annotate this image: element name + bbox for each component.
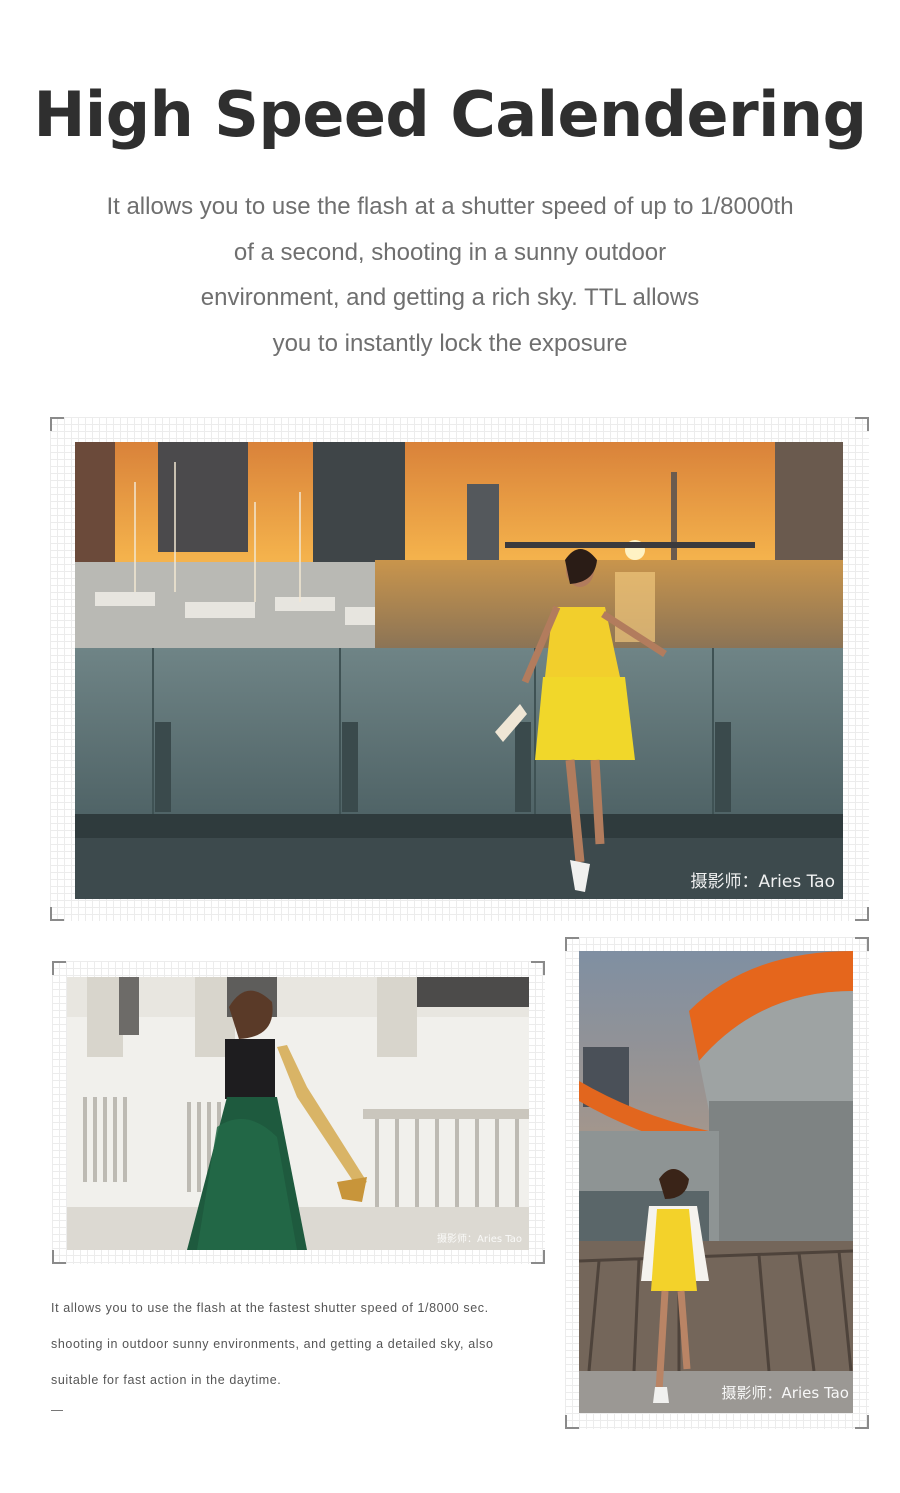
description-line: suitable for fast action in the daytime. — [51, 1373, 282, 1387]
frame-corner — [52, 1250, 66, 1264]
description-line: It allows you to use the flash at the fa… — [51, 1301, 489, 1315]
subtitle-line: environment, and getting a rich sky. TTL… — [200, 284, 700, 311]
page-subtitle: It allows you to use the flash at a shut… — [50, 184, 850, 366]
description-line: shooting in outdoor sunny environments, … — [51, 1337, 494, 1351]
photo-credit: 摄影师：Aries Tao — [690, 872, 835, 892]
frame-corner — [531, 961, 545, 975]
photo-description: It allows you to use the flash at the fa… — [51, 1290, 551, 1398]
subtitle-line: It allows you to use the flash at a shut… — [106, 193, 794, 220]
subtitle-line: you to instantly lock the exposure — [272, 329, 628, 357]
frame-corner — [565, 1415, 579, 1429]
frame-corner — [565, 937, 579, 951]
frame-corner — [855, 937, 869, 951]
frame-corner — [855, 1415, 869, 1429]
sunset-marina-image — [75, 442, 843, 899]
left-photo: 摄影师：Aries Tao — [67, 977, 529, 1250]
main-photo: 摄影师：Aries Tao — [75, 442, 843, 899]
photo-credit: 摄影师：Aries Tao — [437, 1234, 522, 1245]
description-dash — [51, 1410, 63, 1411]
photo-credit: 摄影师：Aries Tao — [721, 1384, 849, 1402]
subtitle-line: of a second, shooting in a sunny outdoor — [233, 238, 667, 266]
page-title: High Speed Calendering — [33, 78, 867, 151]
frame-corner — [50, 417, 64, 431]
frame-corner — [855, 417, 869, 431]
green-skirt-image — [67, 977, 529, 1250]
right-photo: 摄影师：Aries Tao — [579, 951, 853, 1413]
frame-corner — [855, 907, 869, 921]
frame-corner — [50, 907, 64, 921]
frame-corner — [531, 1250, 545, 1264]
bridge-walk-image — [579, 951, 853, 1413]
frame-corner — [52, 961, 66, 975]
